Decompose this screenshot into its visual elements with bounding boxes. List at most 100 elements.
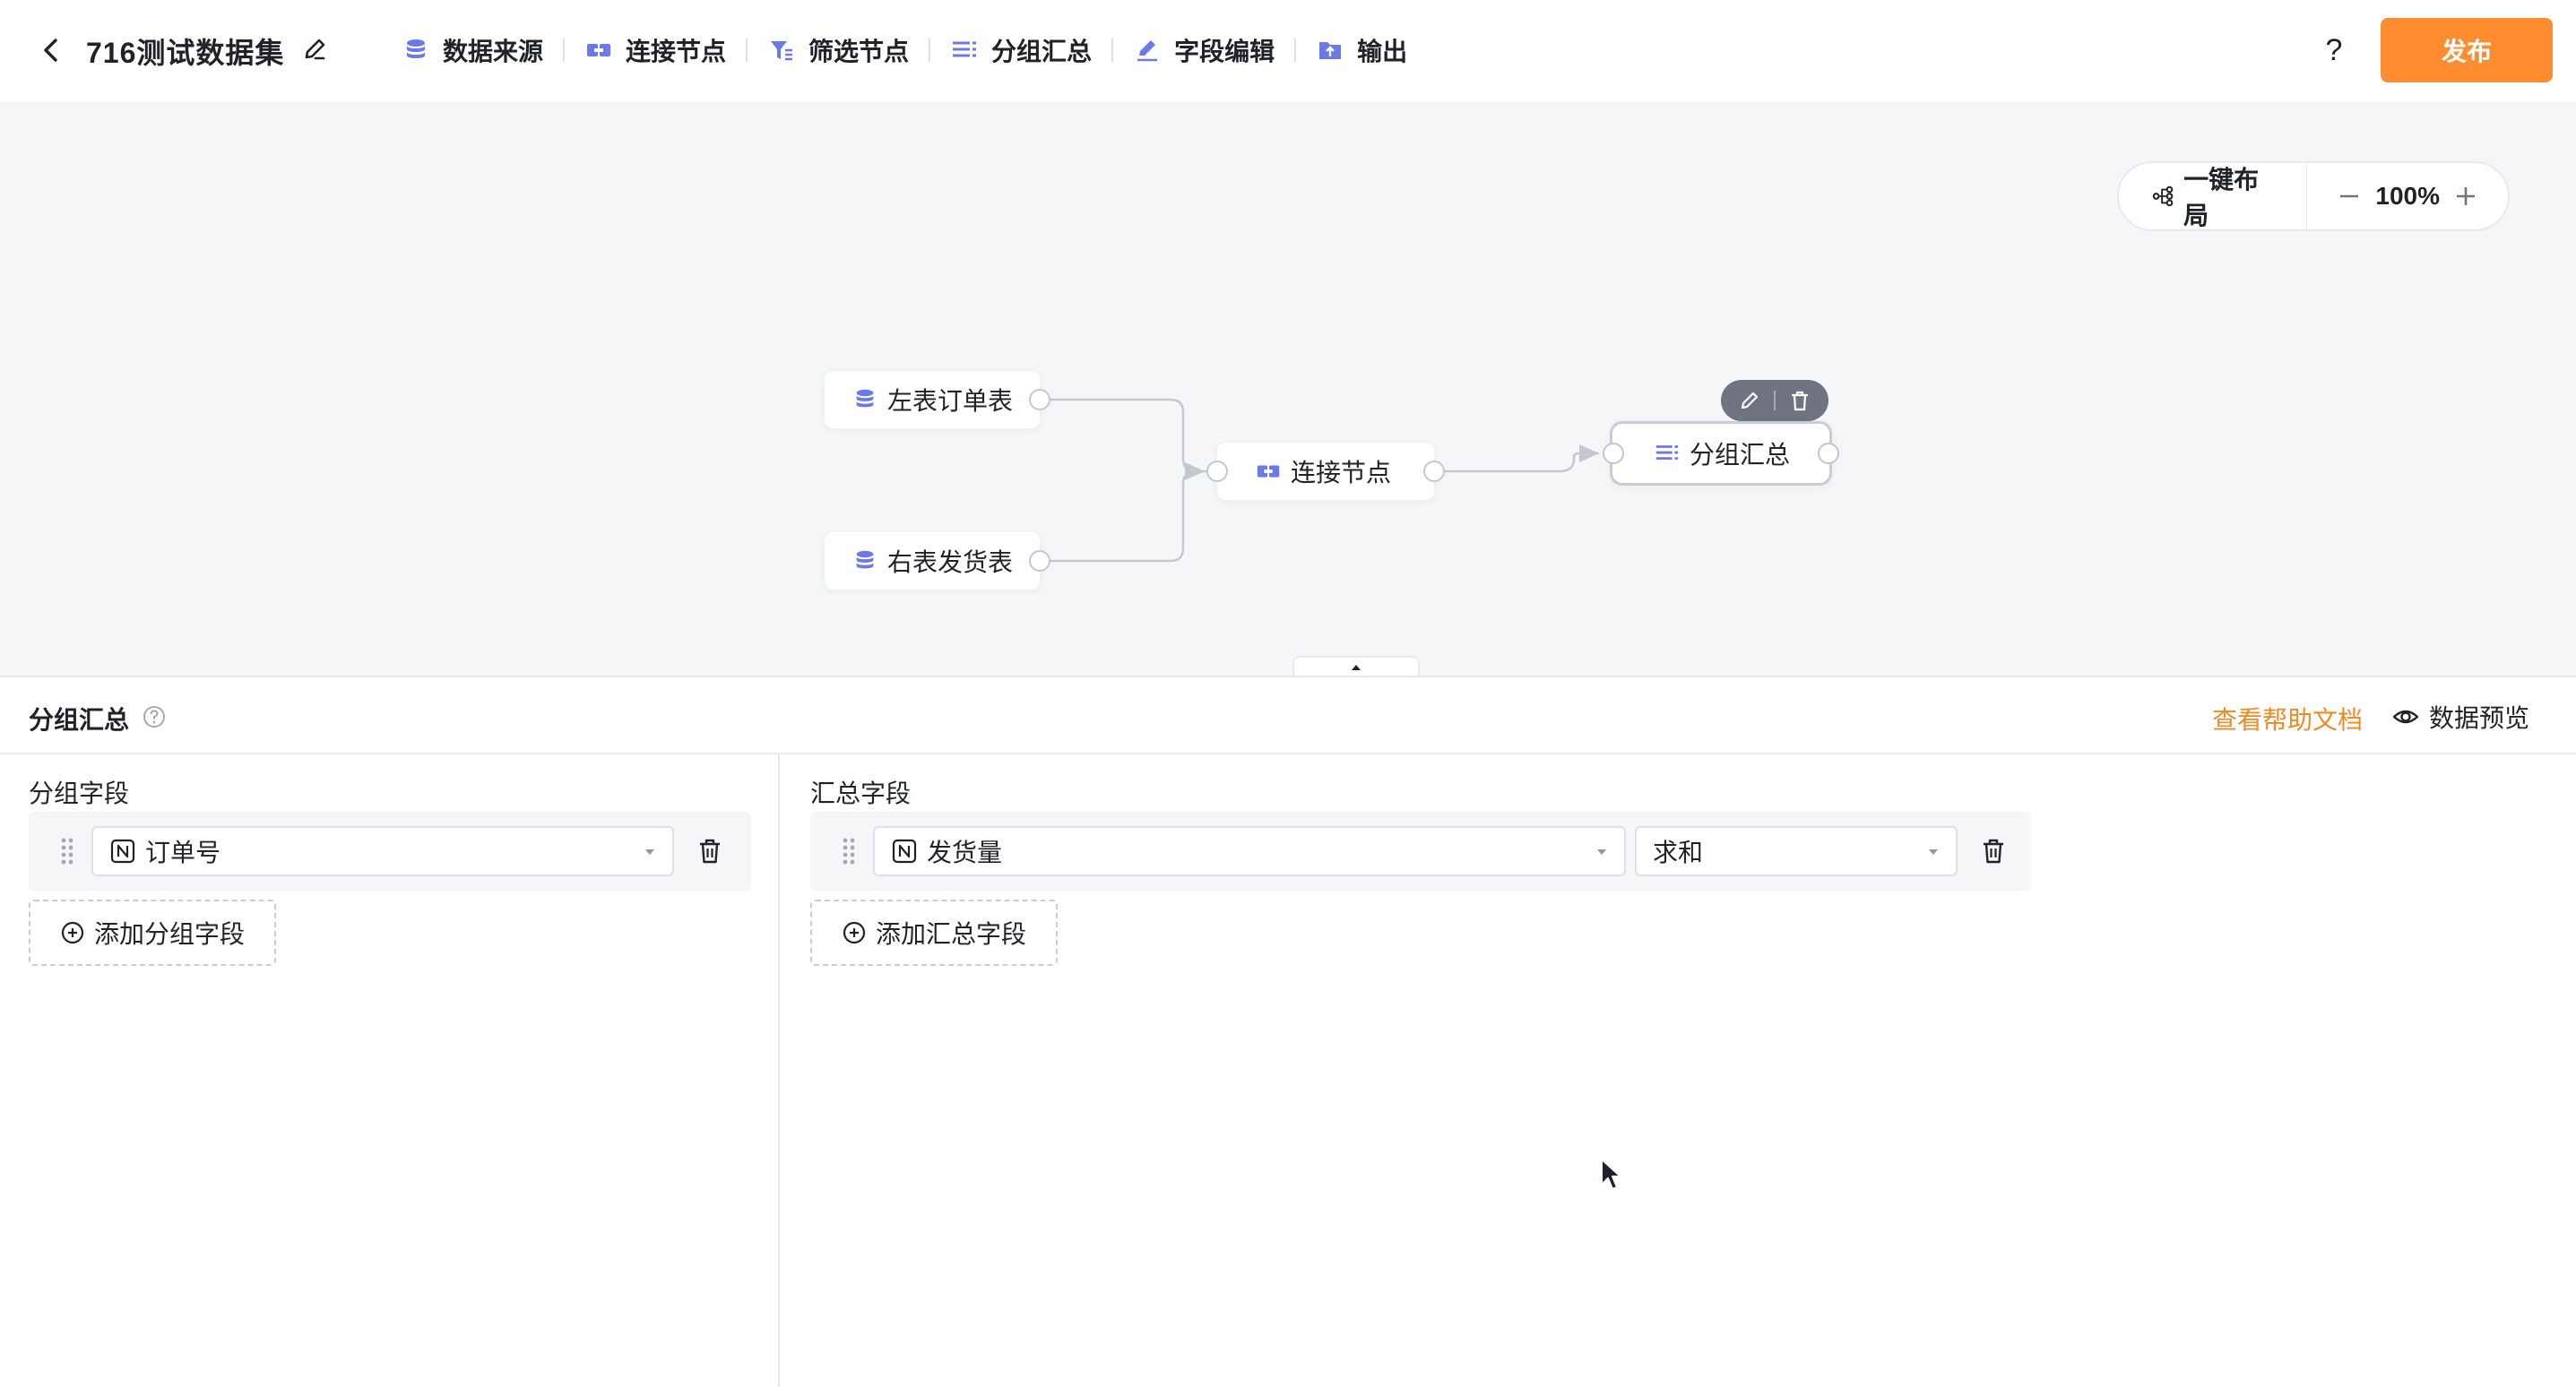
- help-button[interactable]: ?: [2314, 30, 2354, 70]
- delete-node-button[interactable]: [1786, 387, 1813, 414]
- number-type-icon: [110, 839, 135, 864]
- tool-filter-node[interactable]: 筛选节点: [760, 27, 916, 73]
- add-group-label: 添加分组字段: [93, 920, 245, 948]
- node-left-order-table[interactable]: 左表订单表: [825, 371, 1040, 428]
- group-field-row: 订单号: [29, 812, 751, 891]
- selected-method: 求和: [1653, 839, 1704, 866]
- input-port[interactable]: [1603, 443, 1624, 464]
- caret-down-icon: [1597, 849, 1606, 855]
- node-label: 连接节点: [1291, 459, 1392, 487]
- action-divider: [1774, 391, 1776, 410]
- edge-left-to-join: [1040, 398, 1206, 473]
- node-label: 右表发货表: [887, 548, 1014, 576]
- tool-join-node[interactable]: 连接节点: [577, 27, 733, 73]
- question-icon: ?: [2326, 33, 2343, 67]
- trash-icon: [700, 839, 720, 864]
- add-agg-field-button[interactable]: 添加汇总字段: [810, 900, 1058, 966]
- back-button[interactable]: [34, 32, 70, 68]
- app-root: 716测试数据集 数据来源 连接节点 筛选节点 分组汇总 字段编辑 输出 ? 发…: [0, 0, 2576, 1387]
- group-field-select[interactable]: 订单号: [91, 826, 674, 876]
- panel-header: 分组汇总 查看帮助文档 数据预览: [0, 677, 2576, 754]
- help-doc-link[interactable]: 查看帮助文档: [2212, 701, 2363, 737]
- output-port[interactable]: [1029, 550, 1050, 572]
- canvas-controls: 一键布局 100%: [2117, 161, 2510, 231]
- tool-label: 筛选节点: [808, 38, 910, 65]
- filter-icon: [771, 41, 793, 61]
- plus-icon: [2457, 187, 2475, 205]
- plus-circle-icon: [61, 921, 84, 944]
- trash-icon: [1984, 839, 2003, 864]
- pen-icon: [1137, 40, 1158, 62]
- mouse-cursor-icon: [1601, 1159, 1621, 1190]
- minus-icon: [2340, 194, 2359, 198]
- toolbar-divider: [746, 39, 748, 62]
- zoom-out-button[interactable]: [2334, 181, 2364, 211]
- auto-layout-label: 一键布局: [2183, 166, 2260, 229]
- edit-node-button[interactable]: [1736, 387, 1763, 414]
- caret-down-icon: [645, 849, 654, 855]
- output-port[interactable]: [1818, 443, 1839, 464]
- auto-layout-button[interactable]: 一键布局: [2119, 163, 2306, 229]
- delete-group-field-button[interactable]: [692, 833, 728, 869]
- caret-down-icon: [1929, 849, 1938, 855]
- tool-data-source[interactable]: 数据来源: [394, 27, 550, 73]
- pencil-icon: [305, 39, 325, 60]
- plus-circle-icon: [843, 921, 866, 944]
- join-icon: [587, 44, 611, 56]
- tool-label: 连接节点: [626, 38, 727, 65]
- node-join[interactable]: 连接节点: [1217, 443, 1434, 500]
- pencil-icon: [1741, 392, 1759, 409]
- agg-method-select[interactable]: 求和: [1635, 826, 1958, 876]
- group-icon: [1655, 445, 1679, 461]
- tool-output[interactable]: 输出: [1309, 27, 1414, 73]
- edge-join-to-group: [1434, 452, 1599, 473]
- panel-title: 分组汇总: [29, 706, 130, 734]
- toolbar-divider: [929, 39, 931, 62]
- output-icon: [1319, 42, 1342, 59]
- selected-field: 订单号: [145, 839, 221, 866]
- group-fields-label: 分组字段: [29, 780, 130, 807]
- node-right-shipment-table[interactable]: 右表发货表: [825, 532, 1040, 590]
- group-fields-column: 分组字段 订单号 添加分组字段: [0, 754, 780, 1387]
- node-label: 左表订单表: [887, 387, 1014, 415]
- publish-button[interactable]: 发布: [2381, 18, 2553, 82]
- drag-handle-icon[interactable]: [841, 836, 857, 866]
- tool-field-edit[interactable]: 字段编辑: [1126, 27, 1282, 73]
- node-group-summary[interactable]: 分组汇总: [1610, 421, 1832, 486]
- tool-group-summary[interactable]: 分组汇总: [943, 27, 1099, 73]
- database-icon: [407, 39, 425, 58]
- info-button[interactable]: [142, 704, 167, 729]
- collapse-panel-toggle[interactable]: [1292, 656, 1420, 676]
- tool-label: 数据来源: [443, 38, 544, 65]
- zoom-in-button[interactable]: [2451, 181, 2481, 211]
- group-icon: [953, 41, 977, 57]
- join-icon: [1257, 465, 1280, 478]
- edge-right-to-join: [1040, 470, 1197, 563]
- zoom-control: 100%: [2307, 181, 2508, 211]
- config-panel: 分组汇总 查看帮助文档 数据预览 分组字段 订单号 添加分组字段 汇总字段 发货…: [0, 676, 2576, 1387]
- node-label: 分组汇总: [1690, 441, 1791, 469]
- input-port[interactable]: [1206, 461, 1228, 482]
- node-action-bar: [1721, 380, 1828, 421]
- tool-label: 分组汇总: [991, 38, 1093, 65]
- delete-agg-field-button[interactable]: [1975, 833, 2011, 869]
- preview-label: 数据预览: [2429, 704, 2530, 732]
- database-icon: [856, 550, 874, 569]
- trash-icon: [1792, 391, 1808, 411]
- flow-canvas[interactable]: 一键布局 100% 左表订单表 右表发货表 连接节点 分组汇总: [0, 102, 2576, 676]
- zoom-level: 100%: [2375, 182, 2440, 210]
- layout-tree-icon: [2152, 185, 2174, 207]
- top-bar: 716测试数据集 数据来源 连接节点 筛选节点 分组汇总 字段编辑 输出 ? 发…: [0, 0, 2576, 102]
- edit-title-button[interactable]: [299, 34, 330, 65]
- question-circle-icon: [143, 706, 165, 728]
- agg-field-row: 发货量 求和: [810, 812, 2031, 891]
- toolbar-divider: [563, 39, 566, 62]
- output-port[interactable]: [1423, 461, 1445, 482]
- drag-handle-icon[interactable]: [59, 836, 75, 866]
- node-toolbar: 数据来源 连接节点 筛选节点 分组汇总 字段编辑 输出: [394, 27, 1414, 73]
- data-preview-button[interactable]: 数据预览: [2391, 699, 2529, 735]
- agg-fields-label: 汇总字段: [810, 780, 912, 807]
- add-group-field-button[interactable]: 添加分组字段: [29, 900, 276, 966]
- agg-field-select[interactable]: 发货量: [873, 826, 1626, 876]
- output-port[interactable]: [1029, 389, 1050, 410]
